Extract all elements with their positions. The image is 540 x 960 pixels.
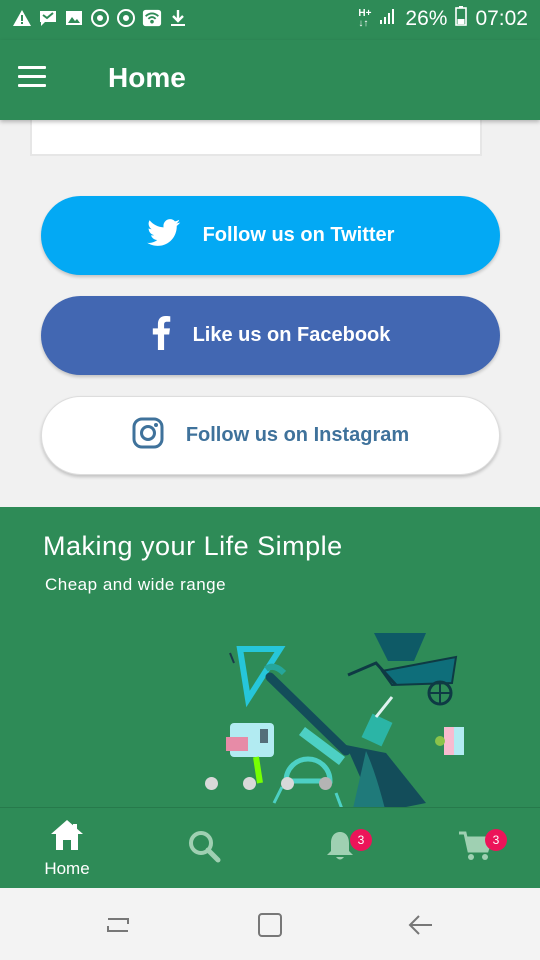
image-icon [64,8,84,28]
promo-banner[interactable]: Making your Life Simple Cheap and wide r… [0,507,540,807]
back-button[interactable] [406,910,436,940]
home-system-button[interactable] [255,910,285,940]
back-arrow-icon [408,915,432,935]
nav-cart[interactable]: 3 [425,808,525,889]
twitter-button[interactable]: Follow us on Twitter [41,196,500,275]
battery-percent: 26% [405,7,448,30]
twitter-icon [146,218,181,253]
nav-notifications[interactable]: 3 [290,808,390,889]
system-navigation-bar [0,888,540,960]
carousel-dots [205,777,332,790]
status-bar: H+ ↓↑ 26% 07:02 [0,0,540,40]
signal-icon [379,7,397,31]
battery-icon [455,6,468,32]
network-activity: ↓↑ [358,18,369,29]
bottom-navigation: Home 3 3 [0,807,540,888]
app-bar: Home [0,40,540,120]
search-icon [187,829,221,868]
instagram-label: Follow us on Instagram [185,424,410,446]
hamburger-icon [18,66,46,69]
carousel-dot[interactable] [205,777,218,790]
carousel-dot-active[interactable] [319,777,332,790]
nav-home-label: Home [44,859,90,878]
facebook-label: Like us on Facebook [192,324,391,346]
carousel-dot[interactable] [281,777,294,790]
menu-button[interactable] [18,66,46,90]
content-card [30,118,482,156]
download-icon [168,8,188,28]
sync-icon [90,8,110,28]
home-square-icon [258,913,282,937]
banner-subtitle: Cheap and wide range [45,575,227,594]
wifi-icon [142,8,162,28]
nav-home[interactable]: Home [17,808,117,889]
facebook-button[interactable]: Like us on Facebook [41,296,500,375]
page-title: Home [108,62,186,93]
nav-search[interactable] [154,808,254,889]
hamburger-line [18,84,46,87]
recent-apps-button[interactable] [104,910,134,940]
instagram-button[interactable]: Follow us on Instagram [41,396,500,475]
hamburger-line [18,75,46,78]
message-icon [38,8,58,28]
status-indicators: H+ ↓↑ 26% 07:02 [358,6,528,32]
twitter-label: Follow us on Twitter [202,224,395,246]
status-icons [12,8,188,28]
facebook-icon [151,315,171,356]
home-icon [49,818,85,857]
sync-icon [116,8,136,28]
clock: 07:02 [475,7,528,30]
notifications-badge: 3 [350,829,372,851]
recent-apps-icon [107,918,129,932]
network-type: H+ ↓↑ [358,9,371,29]
warning-icon [12,8,32,28]
cart-badge: 3 [485,829,507,851]
banner-title: Making your Life Simple [43,531,343,561]
instagram-icon [132,417,164,455]
carousel-dot[interactable] [243,777,256,790]
